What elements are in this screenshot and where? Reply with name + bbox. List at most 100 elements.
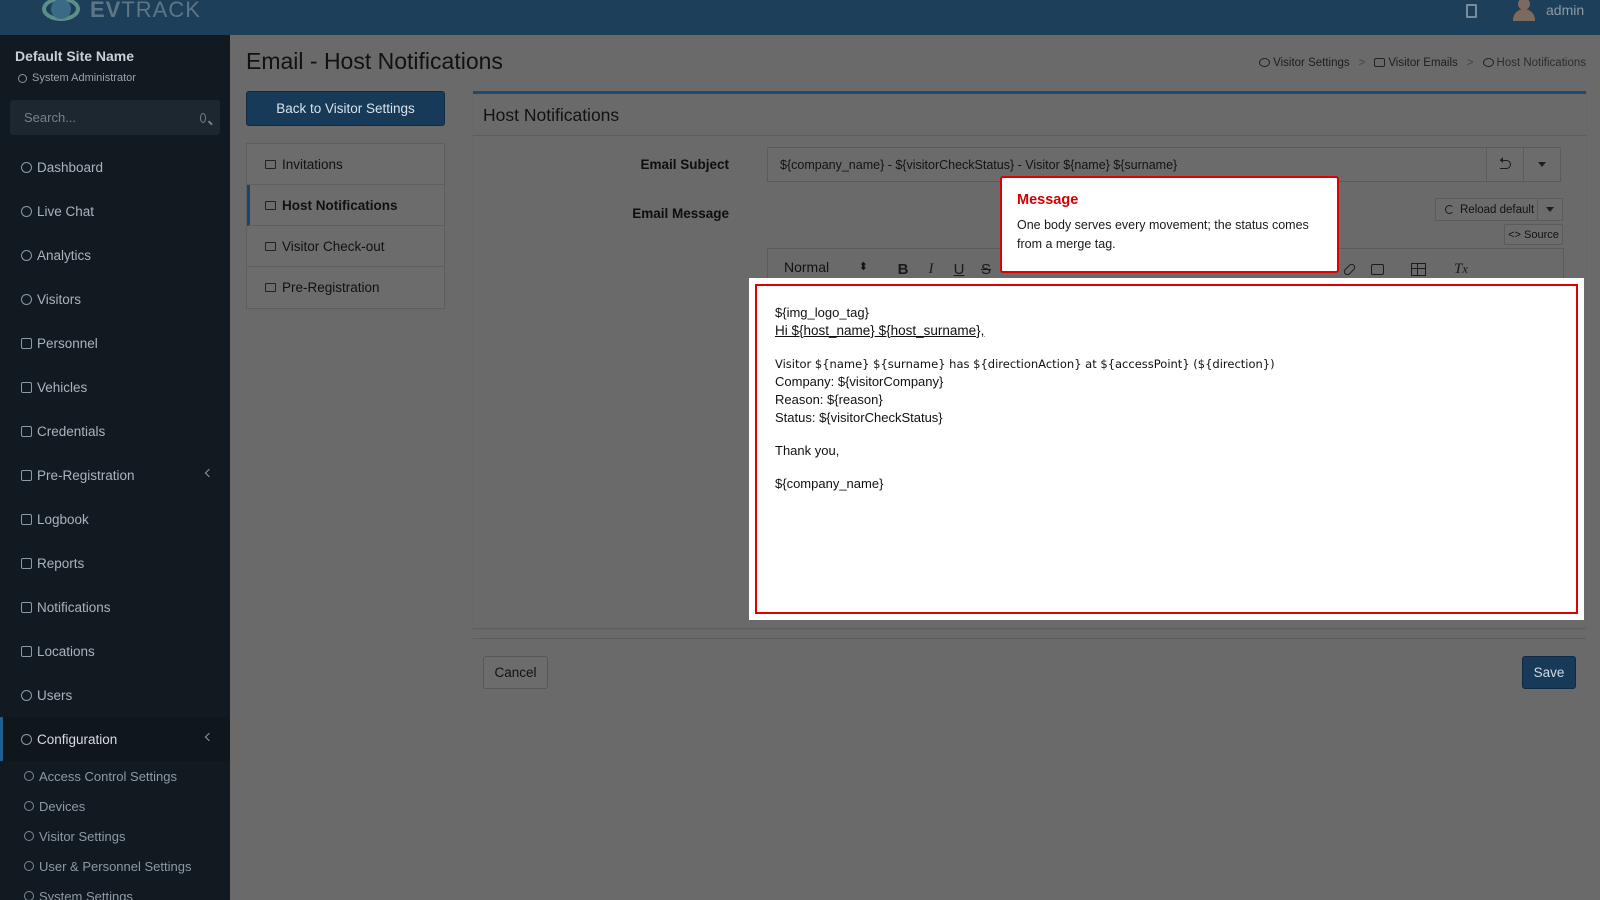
editor-line-visitor: Visitor ${name} ${surname} has ${directi…	[775, 357, 1275, 371]
breadcrumb-host-notifications: Host Notifications	[1482, 57, 1586, 69]
image-icon	[1370, 263, 1384, 275]
breadcrumb-separator: >	[1358, 57, 1366, 69]
eye-icon	[22, 830, 35, 843]
bold-button[interactable]: B	[892, 258, 914, 280]
breadcrumb: Visitor Settings > Visitor Emails > Host…	[1259, 57, 1586, 69]
headset-icon	[20, 205, 33, 218]
sidebar-item-reports[interactable]: Reports	[0, 541, 230, 585]
caret-down-icon	[1546, 207, 1554, 216]
caret-down-icon	[1538, 162, 1546, 171]
email-subject-label: Email Subject	[640, 157, 729, 172]
reports-icon	[20, 557, 33, 570]
user-gear-icon	[22, 860, 35, 873]
search-icon[interactable]	[200, 112, 206, 123]
subnav-item-visitor-check-out[interactable]: Visitor Check-out	[247, 226, 444, 267]
sidebar-nav: Dashboard Live Chat Analytics Visitors P…	[0, 145, 230, 900]
reload-dropdown-button[interactable]	[1538, 198, 1563, 221]
email-message-label: Email Message	[632, 206, 729, 221]
breadcrumb-visitor-settings[interactable]: Visitor Settings	[1259, 57, 1350, 69]
back-to-visitor-settings-button[interactable]: Back to Visitor Settings	[246, 91, 445, 126]
sidebar-item-configuration[interactable]: Configuration	[0, 717, 230, 761]
underline-button[interactable]: U	[948, 258, 970, 280]
breadcrumb-visitor-emails[interactable]: Visitor Emails	[1374, 57, 1458, 69]
image-button[interactable]	[1366, 258, 1388, 280]
sidebar-item-personnel[interactable]: Personnel	[0, 321, 230, 365]
users-icon	[20, 689, 33, 702]
editor-line-reason: Reason: ${reason}	[775, 392, 883, 407]
car-icon	[20, 381, 33, 394]
email-message-editor[interactable]: ${img_logo_tag} Hi ${host_name} ${host_s…	[755, 284, 1578, 614]
sidebar: Default Site Name System Administrator D…	[0, 35, 230, 900]
cancel-button[interactable]: Cancel	[483, 656, 548, 689]
panel-title: Host Notifications	[483, 105, 620, 125]
logo-text: EVTRACK	[90, 0, 201, 22]
envelope-icon	[1374, 58, 1386, 67]
eye-icon	[20, 293, 33, 306]
strikethrough-button[interactable]: S	[975, 258, 997, 280]
editor-gap	[775, 427, 1558, 442]
editor-line-logo: ${img_logo_tag}	[775, 305, 869, 320]
sidebar-item-locations[interactable]: Locations	[0, 629, 230, 673]
link-button[interactable]	[1338, 258, 1360, 280]
bell-icon	[265, 200, 276, 210]
sidebar-item-logbook[interactable]: Logbook	[0, 497, 230, 541]
site-name: Default Site Name	[15, 48, 135, 64]
table-button[interactable]	[1407, 258, 1429, 280]
id-card-icon	[20, 425, 33, 438]
eye-icon	[1259, 58, 1271, 67]
sidebar-item-vehicles[interactable]: Vehicles	[0, 365, 230, 409]
user-role: System Administrator	[18, 72, 136, 84]
top-bar: EVTRACK admin	[0, 0, 1600, 35]
message-callout: Message One body serves every movement; …	[1000, 176, 1339, 273]
sidebar-subitem-devices[interactable]: Devices	[0, 791, 230, 821]
sidebar-item-users[interactable]: Users	[0, 673, 230, 717]
editor-line-signature: ${company_name}	[775, 476, 884, 491]
subject-reset-button[interactable]	[1486, 147, 1524, 182]
search-input[interactable]	[24, 110, 200, 125]
table-icon	[1410, 262, 1426, 276]
sidebar-item-pre-registration[interactable]: Pre-Registration	[0, 453, 230, 497]
save-button[interactable]: Save	[1522, 656, 1576, 689]
subnav-item-invitations[interactable]: Invitations	[247, 144, 444, 185]
sidebar-item-notifications[interactable]: Notifications	[0, 585, 230, 629]
form-footer: Cancel Save	[473, 638, 1586, 705]
book-icon	[20, 513, 33, 526]
sidebar-item-dashboard[interactable]: Dashboard	[0, 145, 230, 189]
sidebar-item-visitors[interactable]: Visitors	[0, 277, 230, 321]
settings-icon	[22, 890, 35, 900]
format-select[interactable]: Normal	[784, 259, 868, 279]
configuration-submenu: Access Control Settings Devices Visitor …	[0, 761, 230, 900]
page-title: Email - Host Notifications	[246, 48, 503, 74]
user-avatar-icon[interactable]	[1512, 0, 1536, 21]
chevron-left-icon	[204, 732, 214, 742]
subject-dropdown-button[interactable]	[1523, 147, 1561, 182]
chevron-left-icon	[204, 468, 214, 478]
sidebar-item-analytics[interactable]: Analytics	[0, 233, 230, 277]
gear-icon	[1482, 58, 1494, 67]
panel-divider	[473, 135, 1586, 136]
subnav-item-host-notifications[interactable]: Host Notifications	[247, 185, 444, 226]
breadcrumb-separator: >	[1466, 57, 1474, 69]
sidebar-subitem-user-personnel-settings[interactable]: User & Personnel Settings	[0, 851, 230, 881]
editor-line-greeting: Hi ${host_name} ${host_surname},	[775, 323, 985, 338]
logo-mark-icon	[38, 0, 84, 25]
sidebar-subitem-visitor-settings[interactable]: Visitor Settings	[0, 821, 230, 851]
reload-icon	[1445, 205, 1454, 214]
sidebar-subitem-system-settings[interactable]: System Settings	[0, 881, 230, 900]
reload-default-button[interactable]: Reload default	[1435, 198, 1538, 221]
italic-button[interactable]: I	[920, 258, 942, 280]
editor-line-status: Status: ${visitorCheckStatus}	[775, 410, 943, 425]
user-menu-name[interactable]: admin	[1546, 2, 1584, 18]
editor-gap	[775, 460, 1558, 475]
sidebar-item-credentials[interactable]: Credentials	[0, 409, 230, 453]
sidebar-item-live-chat[interactable]: Live Chat	[0, 189, 230, 233]
callout-title: Message	[1017, 192, 1079, 208]
clear-format-button[interactable]: Tx	[1450, 258, 1472, 280]
sidebar-subitem-access-control-settings[interactable]: Access Control Settings	[0, 761, 230, 791]
logout-door-icon[interactable]	[1466, 4, 1477, 18]
evtrack-logo[interactable]: EVTRACK	[38, 0, 201, 26]
source-button[interactable]: <> Source	[1504, 224, 1563, 245]
device-icon	[22, 800, 35, 813]
subnav-item-pre-registration[interactable]: Pre-Registration	[247, 267, 444, 308]
sidebar-search	[10, 100, 220, 135]
